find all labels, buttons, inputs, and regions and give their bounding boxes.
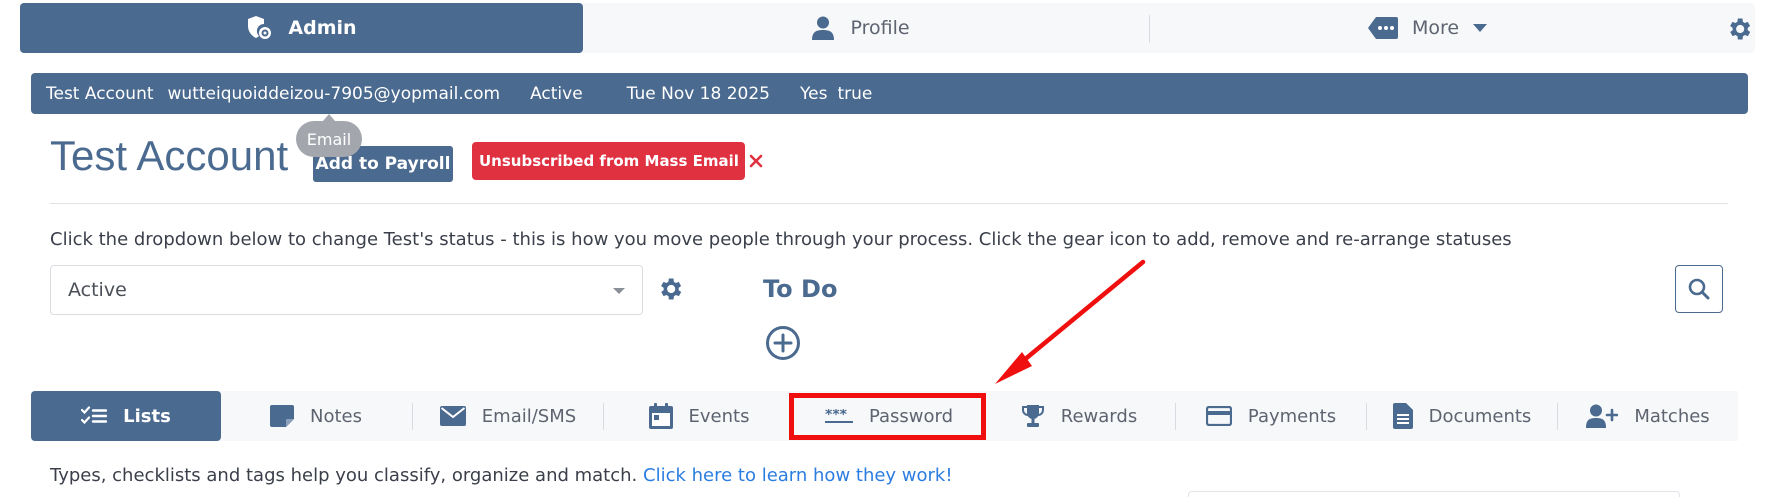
contact-flag-value: true xyxy=(837,83,873,104)
asterisks-icon: *** xyxy=(824,409,853,423)
more-menu[interactable]: More xyxy=(1150,3,1705,53)
learn-more-link[interactable]: Click here to learn how they work! xyxy=(643,465,953,486)
email-tooltip: Email xyxy=(296,114,362,157)
status-gear-icon[interactable] xyxy=(656,275,684,303)
checklist-icon xyxy=(81,406,108,425)
document-icon xyxy=(1392,403,1413,429)
tab-events[interactable]: Events xyxy=(604,391,794,441)
tab-payments[interactable]: Payments xyxy=(1176,391,1366,441)
user-icon xyxy=(812,16,835,40)
more-tag-icon xyxy=(1367,17,1398,39)
record-tabs: Lists Notes Email/SMS Events *** Passwor… xyxy=(31,391,1738,441)
tab-notes-label: Notes xyxy=(310,405,362,427)
types-hint-text: Types, checklists and tags help you clas… xyxy=(50,465,638,486)
svg-text:***: *** xyxy=(825,409,848,423)
chevron-down-icon xyxy=(613,288,625,294)
shield-user-icon xyxy=(248,16,272,39)
close-icon[interactable] xyxy=(748,148,763,174)
tab-matches[interactable]: Matches xyxy=(1558,391,1738,441)
tab-events-label: Events xyxy=(688,405,750,427)
tab-password[interactable]: *** Password xyxy=(794,391,984,441)
user-plus-icon xyxy=(1586,404,1619,428)
tab-rewards[interactable]: Rewards xyxy=(984,391,1174,441)
tab-notes[interactable]: Notes xyxy=(221,391,411,441)
status-selected-value: Active xyxy=(68,279,127,301)
tab-password-label: Password xyxy=(868,405,954,427)
status-hint: Click the dropdown below to change Test'… xyxy=(50,229,1512,250)
search-button[interactable] xyxy=(1675,265,1723,313)
calendar-icon xyxy=(648,403,673,429)
unsubscribed-label: Unsubscribed from Mass Email xyxy=(479,152,739,170)
profile-label: Profile xyxy=(850,17,910,39)
trophy-icon xyxy=(1021,405,1044,427)
side-panel xyxy=(1188,491,1680,497)
note-icon xyxy=(270,405,294,427)
caret-down-icon xyxy=(1473,24,1488,32)
tab-matches-label: Matches xyxy=(1634,405,1710,427)
more-label: More xyxy=(1411,17,1460,39)
contact-date: Tue Nov 18 2025 xyxy=(626,83,770,104)
types-hint: Types, checklists and tags help you clas… xyxy=(50,465,953,486)
contact-yes-value: Yes xyxy=(799,83,828,104)
credit-card-icon xyxy=(1205,406,1232,426)
envelope-icon xyxy=(439,406,466,426)
tab-lists-label: Lists xyxy=(123,405,171,427)
tab-documents[interactable]: Documents xyxy=(1367,391,1557,441)
contact-email[interactable]: wutteiquoiddeizou-7905@yopmail.com xyxy=(168,84,501,104)
search-icon xyxy=(1688,278,1710,300)
todo-title: To Do xyxy=(763,275,838,303)
contact-name: Test Account xyxy=(46,83,154,104)
profile-tab[interactable]: Profile xyxy=(583,3,1139,53)
contact-status: Active xyxy=(530,83,583,104)
page-title: Test Account xyxy=(50,132,289,179)
admin-tab[interactable]: Admin xyxy=(20,3,583,53)
tab-payments-label: Payments xyxy=(1247,405,1337,427)
settings-gear-icon[interactable] xyxy=(1725,15,1753,43)
tab-lists[interactable]: Lists xyxy=(31,391,221,441)
add-circle-icon[interactable] xyxy=(765,325,801,361)
section-divider xyxy=(50,203,1728,204)
tab-documents-label: Documents xyxy=(1428,405,1532,427)
status-dropdown[interactable]: Active xyxy=(50,265,643,315)
tab-rewards-label: Rewards xyxy=(1060,405,1138,427)
top-nav: Admin Profile More xyxy=(20,3,1755,53)
tab-email-sms-label: Email/SMS xyxy=(481,405,577,427)
admin-label: Admin xyxy=(288,17,357,39)
tab-email-sms[interactable]: Email/SMS xyxy=(413,391,603,441)
unsubscribed-badge: Unsubscribed from Mass Email xyxy=(472,142,763,180)
contact-info-bar: Test Account wutteiquoiddeizou-7905@yopm… xyxy=(31,73,1748,114)
